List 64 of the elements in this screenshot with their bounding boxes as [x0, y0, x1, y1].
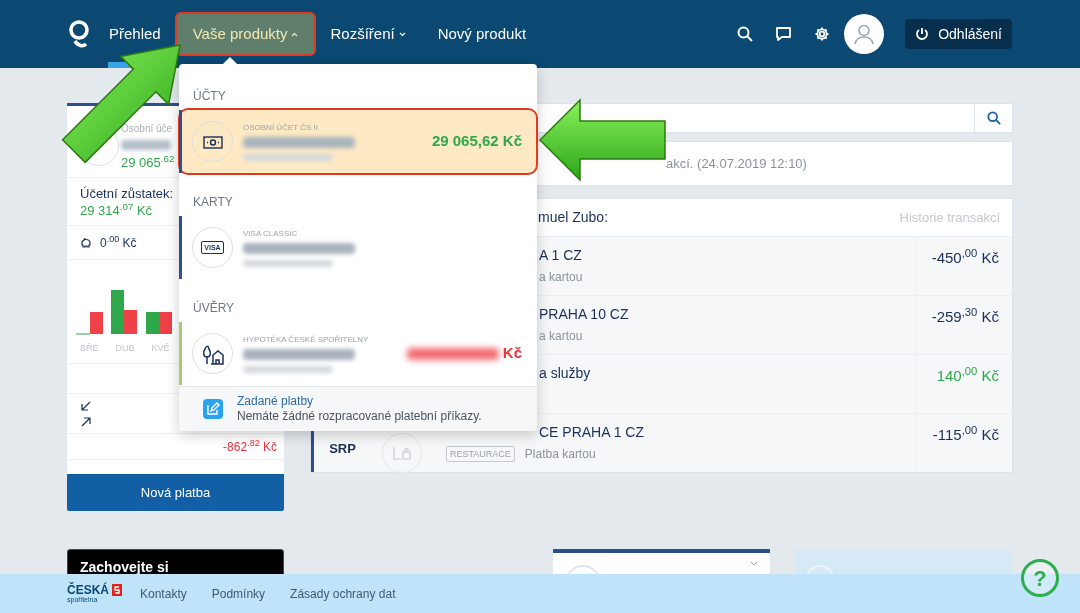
product-amount: Kč [502, 343, 522, 364]
logo-icon [112, 584, 122, 596]
outgoing-arrow-icon [81, 416, 91, 427]
section-title: KARTY [193, 195, 233, 209]
transaction-amount: -115$^{,00}$ Kč [932, 424, 999, 445]
nav-link[interactable]: Rozšíření [314, 14, 422, 54]
transaction-title: CE PRAHA 1 CZ [539, 423, 645, 441]
transaction-date: SRP [329, 439, 356, 458]
footer-link[interactable]: Podmínky [211, 584, 266, 603]
product-type: VISA CLASSIC [243, 228, 299, 239]
transaction-amount: -450$^{,00}$ Kč [931, 247, 999, 268]
power-icon [915, 27, 930, 41]
savings-amount: 0$^{.00}$ Kč [100, 233, 137, 252]
shopping-bag-icon [393, 445, 411, 461]
transaction-title: PRAHA 10 CZ [539, 305, 629, 323]
footer-link[interactable]: Kontakty [140, 584, 187, 603]
edit-icon [203, 399, 223, 419]
pending-payments-text: Nemáte žádné rozpracované platební příkazy. [237, 409, 482, 424]
transaction-subtitle: Platba kartou [524, 446, 596, 463]
piggy-bank-icon [80, 236, 92, 249]
pending-payments-link[interactable]: Zadané platby [237, 394, 482, 409]
search-icon[interactable] [986, 111, 1001, 125]
card-title: muel Zubo: [538, 208, 609, 227]
incoming-arrow-icon [81, 400, 91, 411]
search-icon[interactable] [737, 26, 754, 42]
product-amount: 29 065,62 Kč [431, 131, 522, 152]
transaction-subtitle: a kartou [539, 269, 583, 286]
caret-icon [398, 31, 406, 37]
section-title: ÚVĚRY [193, 301, 235, 315]
chat-icon[interactable] [775, 26, 793, 42]
nav-link[interactable]: Nový produkt [421, 14, 543, 54]
nav-link[interactable]: Přehled [93, 14, 177, 54]
balance-amount: 29 065$^{.62}$ [121, 154, 175, 172]
transaction-amount: -259$^{,30}$ Kč [931, 306, 999, 327]
new-payment-button[interactable]: Nová platba [67, 474, 284, 511]
logo-icon[interactable] [66, 19, 92, 49]
nav-link[interactable]: Vaše produkty [176, 14, 315, 54]
caret-icon [291, 31, 299, 37]
section-title: ÚČTY [193, 89, 226, 103]
promo-title: Zachovejte si [80, 559, 169, 575]
spending-amount: -862$^{.82}$ Kč [223, 437, 277, 456]
product-label: Osobní úče [121, 122, 174, 136]
chevron-icon[interactable] [750, 561, 758, 566]
chart-label: DUB [115, 342, 135, 355]
settings-icon[interactable] [814, 26, 831, 42]
logo-text: ČESKÁ [67, 584, 109, 596]
banknote-icon [201, 133, 224, 150]
booked-balance-amount: 29 314$^{.07}$ Kč [80, 203, 153, 219]
blurred-text [121, 140, 171, 150]
footer-link[interactable]: Zásady ochrany dat [290, 584, 396, 603]
chart-label: KVĚ [151, 342, 170, 355]
product-type: OSOBNÍ ÚČET ČS II [243, 122, 319, 133]
status-text: akcí. (24.07.2019 12:10) [666, 154, 807, 173]
chart-label: BŘE [80, 342, 99, 355]
user-icon [853, 23, 876, 45]
transaction-title: A 1 CZ [539, 246, 582, 264]
avatar[interactable] [844, 14, 885, 54]
product-type: HYPOTÉKA ČESKÉ SPOŘITELNY [243, 334, 370, 345]
logout-button[interactable]: Odhlášení [905, 19, 1012, 49]
category-tag: RESTAURACE [446, 446, 515, 462]
transaction-amount: 140$^{,00}$ Kč [936, 365, 999, 386]
booked-balance-label: Účetní zůstatek: [80, 186, 174, 202]
transaction-title: a služby [539, 364, 591, 382]
transaction-subtitle: a kartou [539, 328, 583, 345]
